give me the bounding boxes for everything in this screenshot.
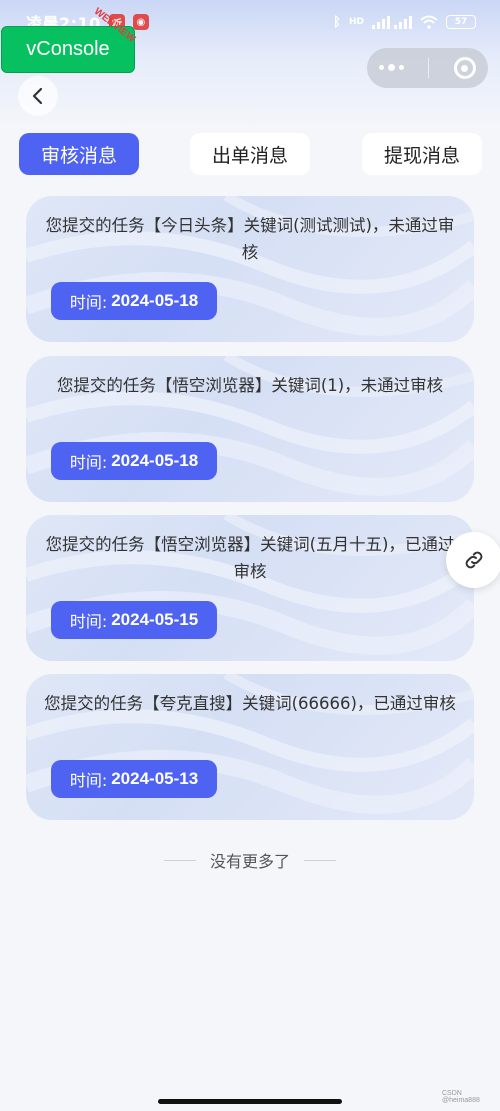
- message-text: 您提交的任务【悟空浏览器】关键词(五月十五)，已通过审核: [45, 535, 455, 581]
- back-button[interactable]: [18, 76, 58, 116]
- tab-orders[interactable]: 出单消息: [190, 133, 310, 175]
- message-text: 您提交的任务【今日头条】关键词(测试测试)，未通过审核: [45, 216, 455, 262]
- divider-right: [304, 859, 336, 861]
- share-link-button[interactable]: [446, 532, 500, 588]
- chevron-left-icon: [32, 87, 43, 105]
- vconsole-label: vConsole: [26, 38, 110, 60]
- tab-audit-label: 审核消息: [40, 144, 117, 167]
- message-time-badge: 时间: 2024-05-18: [51, 442, 217, 480]
- home-indicator[interactable]: [158, 1099, 342, 1104]
- message-date: 2024-05-18: [111, 291, 199, 310]
- battery-icon: 57: [446, 15, 476, 29]
- divider-left: [163, 859, 196, 861]
- status-right: ᛒ HD 57: [333, 15, 476, 30]
- capsule-divider: [428, 58, 430, 78]
- signal-icon: [372, 16, 412, 29]
- watermark: CSDN @heima888: [442, 1090, 480, 1104]
- message-time-badge: 时间: 2024-05-13: [51, 760, 217, 798]
- time-label: 时间:: [69, 612, 108, 631]
- message-card[interactable]: 您提交的任务【悟空浏览器】关键词(1)，未通过审核 时间: 2024-05-18: [26, 356, 474, 502]
- more-icon[interactable]: [379, 64, 405, 71]
- message-date: 2024-05-13: [111, 769, 199, 788]
- message-card[interactable]: 您提交的任务【夸克直搜】关键词(66666)，已通过审核 时间: 2024-05…: [26, 674, 474, 820]
- message-text: 您提交的任务【悟空浏览器】关键词(1)，未通过审核: [56, 376, 444, 395]
- tab-withdraw-label: 提现消息: [383, 144, 460, 167]
- no-more-indicator: 没有更多了: [0, 848, 500, 872]
- message-time-badge: 时间: 2024-05-15: [51, 601, 217, 639]
- tab-withdraw[interactable]: 提现消息: [362, 133, 482, 175]
- wifi-icon: [420, 15, 438, 29]
- message-card[interactable]: 您提交的任务【悟空浏览器】关键词(五月十五)，已通过审核 时间: 2024-05…: [26, 515, 474, 661]
- message-text: 您提交的任务【夸克直搜】关键词(66666)，已通过审核: [44, 694, 456, 713]
- no-more-text: 没有更多了: [209, 852, 290, 871]
- tab-orders-label: 出单消息: [211, 144, 288, 167]
- close-mini-program-icon[interactable]: [453, 57, 476, 79]
- mini-program-capsule: [367, 48, 488, 88]
- message-date: 2024-05-18: [111, 451, 199, 470]
- message-date: 2024-05-15: [111, 610, 199, 629]
- message-time-badge: 时间: 2024-05-18: [51, 282, 217, 320]
- message-card[interactable]: 您提交的任务【今日头条】关键词(测试测试)，未通过审核 时间: 2024-05-…: [26, 196, 474, 342]
- time-label: 时间:: [69, 453, 108, 472]
- bluetooth-icon: ᛒ: [333, 14, 341, 30]
- time-label: 时间:: [69, 771, 108, 790]
- network-type: HD: [348, 17, 364, 27]
- time-label: 时间:: [69, 293, 108, 312]
- tab-audit[interactable]: 审核消息: [19, 133, 139, 175]
- link-icon: [465, 551, 483, 569]
- netease-music-icon: ◉: [132, 14, 149, 30]
